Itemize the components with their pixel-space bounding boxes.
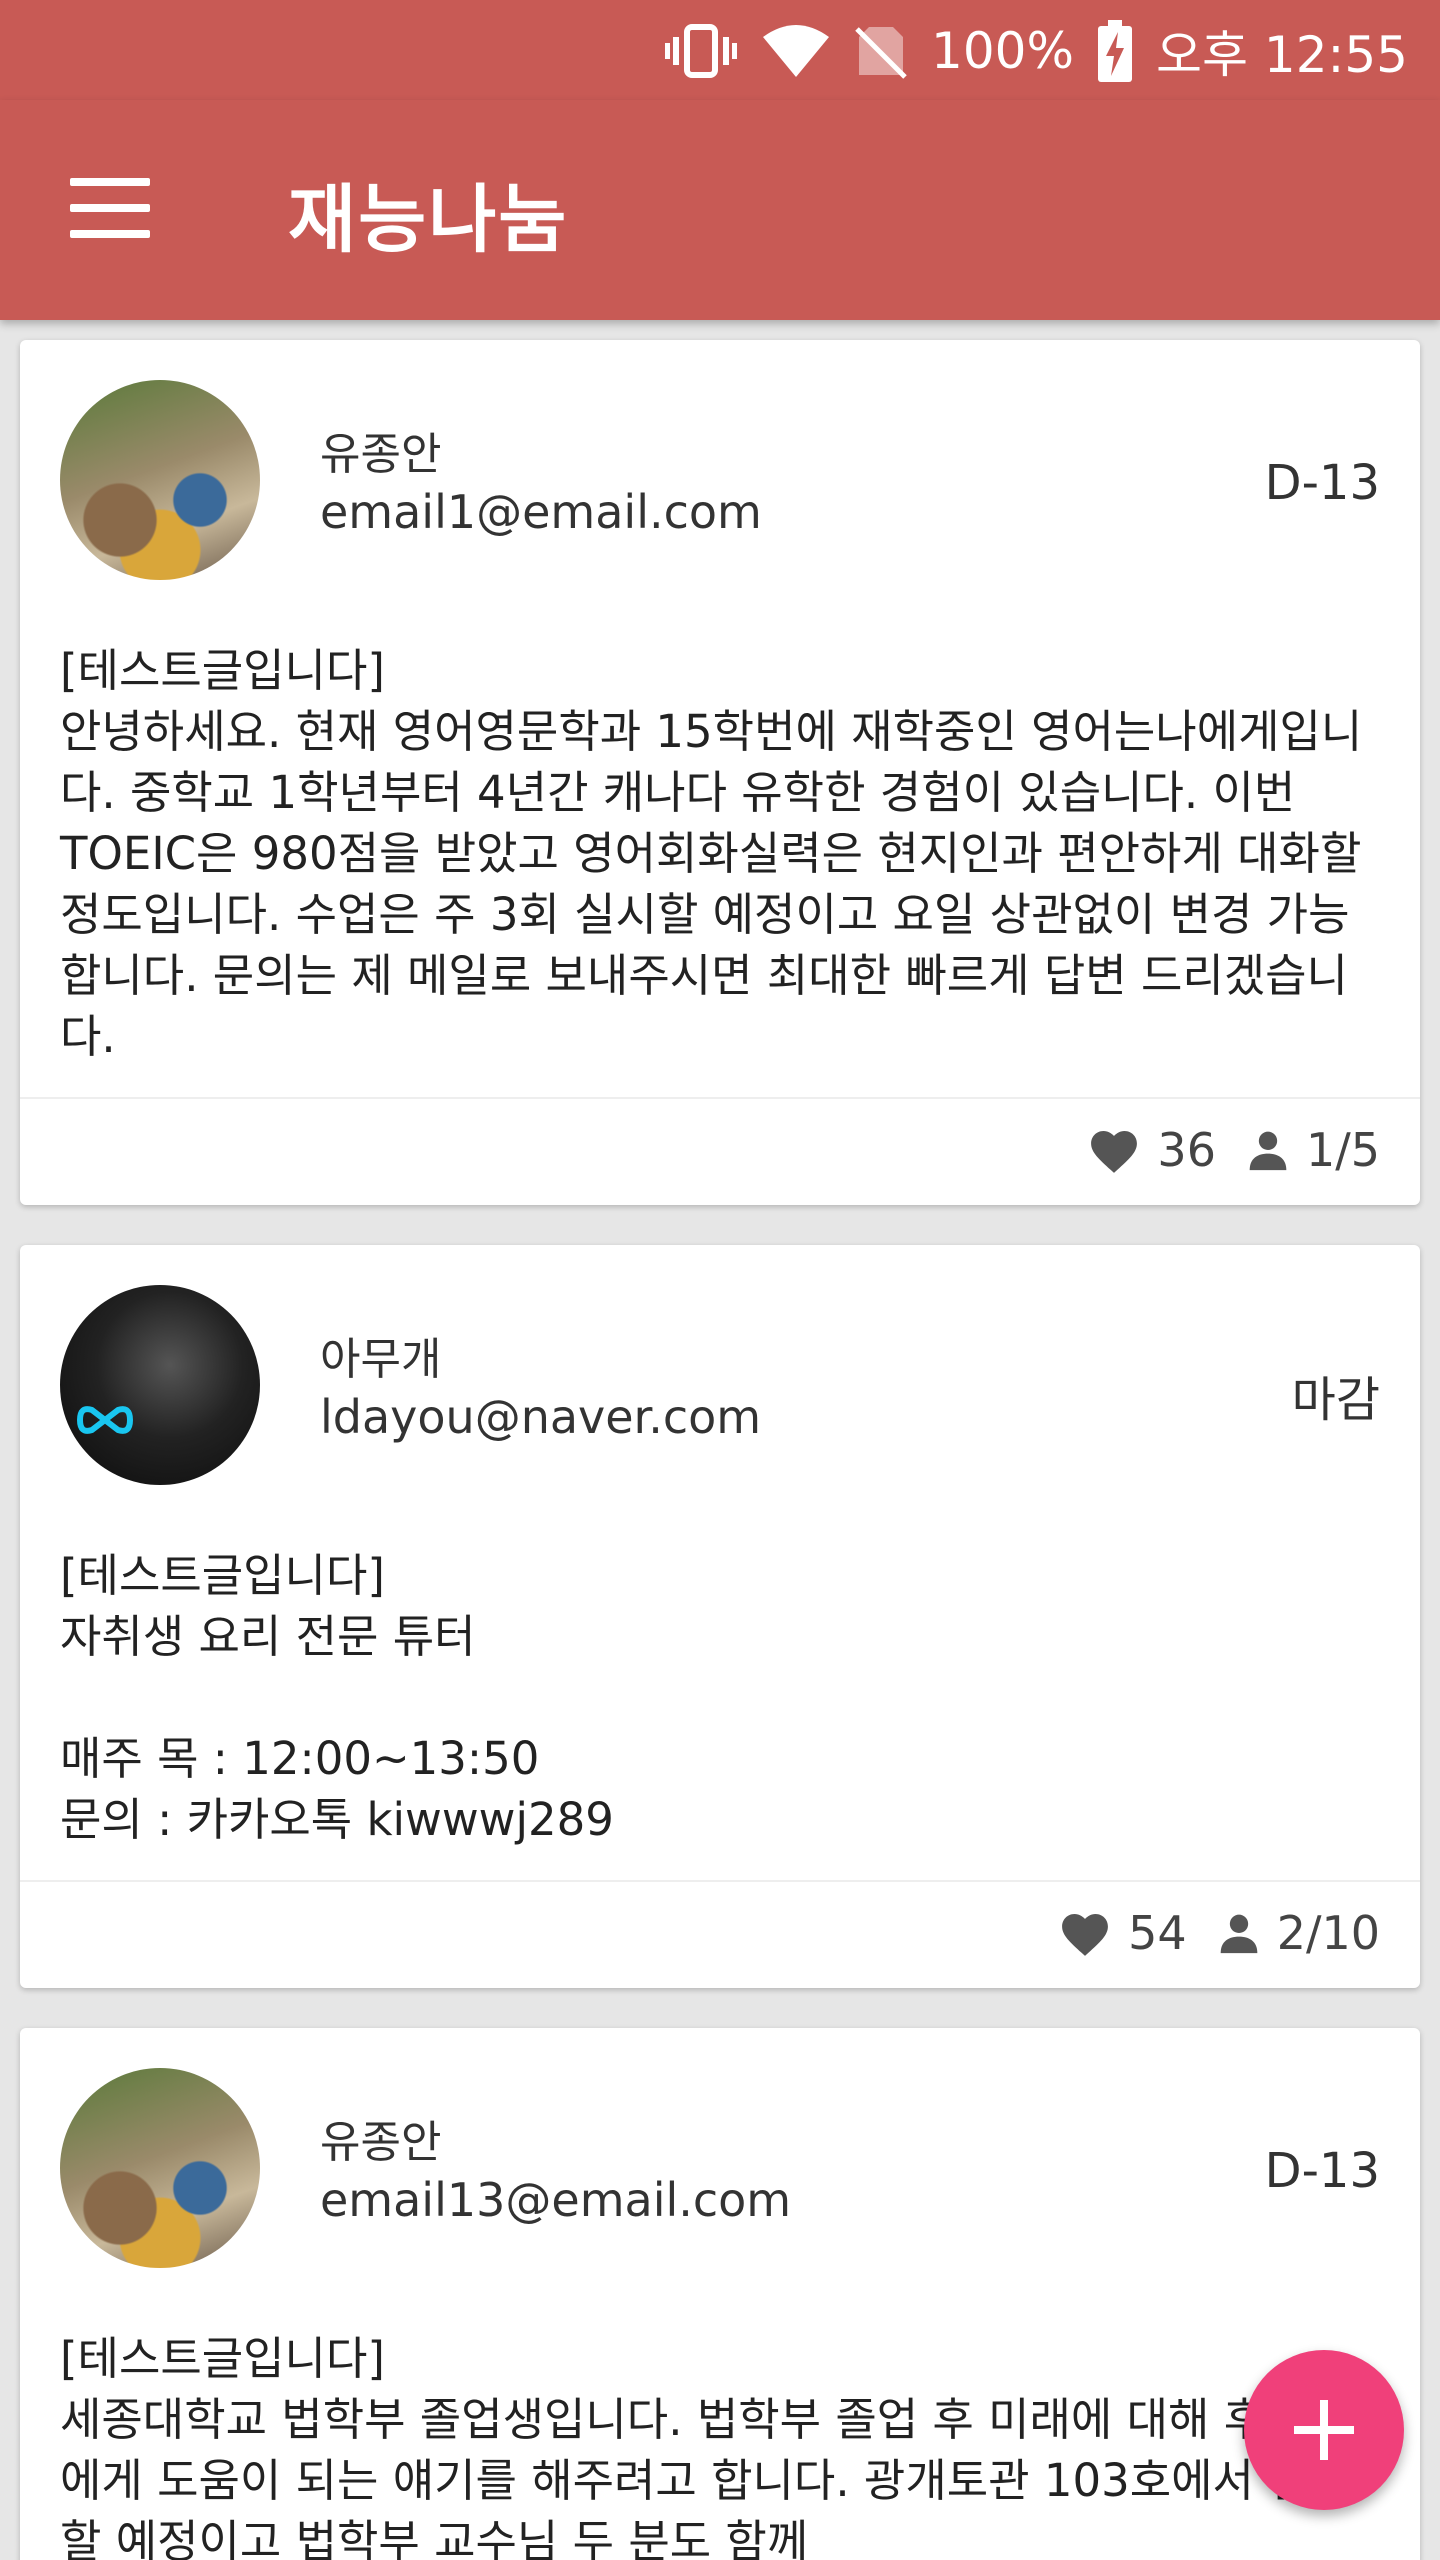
deadline-badge: 마감: [1291, 1372, 1380, 1428]
person-icon: [1249, 1131, 1287, 1171]
avatar[interactable]: [60, 1285, 260, 1485]
wifi-icon: [763, 25, 830, 77]
deadline-badge: D-13: [1264, 2143, 1380, 2199]
divider: [20, 1097, 1420, 1099]
post-body: [테스트글입니다] 자취생 요리 전문 튜터 매주 목 : 12:00~13:5…: [60, 1549, 614, 1846]
post-card[interactable]: 아무개 ldayou@naver.com 마감 [테스트글입니다] 자취생 요리…: [20, 1245, 1420, 1988]
like-count: 54: [1128, 1906, 1187, 1960]
author-name: 유종안: [320, 2117, 442, 2168]
post-body: [테스트글입니다] 세종대학교 법학부 졸업생입니다. 법학부 졸업 후 미래에…: [60, 2332, 1389, 2560]
avatar[interactable]: [60, 2068, 260, 2268]
post-stats: 54 2/10: [1058, 1903, 1380, 1963]
divider: [20, 1880, 1420, 1882]
vibrate-icon: [665, 24, 738, 78]
heart-icon[interactable]: [1087, 1126, 1141, 1174]
status-icons: 100% 오후 12:55: [665, 16, 1408, 86]
battery-charging-icon: [1098, 20, 1132, 82]
status-bar: 100% 오후 12:55: [0, 0, 1440, 100]
post-body: [테스트글입니다] 안녕하세요. 현재 영어영문학과 15학번에 재학중인 영어…: [60, 644, 1363, 1063]
author-name: 유종안: [320, 429, 442, 480]
author-email: ldayou@naver.com: [320, 1390, 762, 1444]
page-title: 재능나눔: [288, 177, 569, 263]
battery-percent: 100%: [931, 22, 1074, 80]
hamburger-menu-icon[interactable]: [70, 178, 150, 238]
person-icon: [1220, 1914, 1258, 1954]
post-stats: 36 1/5: [1087, 1120, 1380, 1180]
like-count: 36: [1157, 1123, 1216, 1177]
avatar[interactable]: [60, 380, 260, 580]
author-name: 아무개: [320, 1334, 442, 1385]
heart-icon[interactable]: [1058, 1909, 1112, 1957]
status-time: 오후 12:55: [1156, 26, 1408, 84]
no-sim-icon: [855, 27, 907, 79]
infinity-logo-icon: [76, 1406, 134, 1434]
author-email: email13@email.com: [320, 2173, 792, 2227]
post-card[interactable]: 유종안 email13@email.com D-13 [테스트글입니다] 세종대…: [20, 2028, 1420, 2560]
app-bar: 재능나눔: [0, 100, 1440, 320]
post-feed[interactable]: 유종안 email1@email.com D-13 [테스트글입니다] 안녕하세…: [0, 320, 1440, 2560]
author-email: email1@email.com: [320, 485, 762, 539]
deadline-badge: D-13: [1264, 455, 1380, 511]
add-post-button[interactable]: [1244, 2350, 1404, 2510]
post-card[interactable]: 유종안 email1@email.com D-13 [테스트글입니다] 안녕하세…: [20, 340, 1420, 1205]
participant-count: 1/5: [1305, 1123, 1380, 1177]
participant-count: 2/10: [1276, 1906, 1380, 1960]
